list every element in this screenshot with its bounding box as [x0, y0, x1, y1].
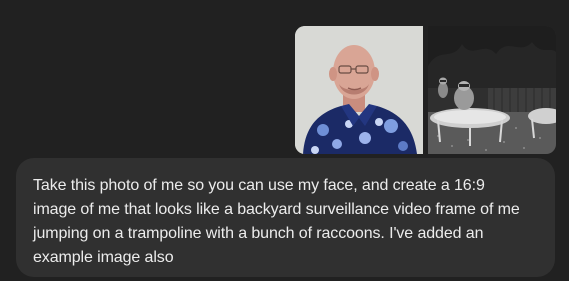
image-attachments: [295, 26, 556, 154]
message-line: example image also: [33, 249, 174, 266]
user-message-text: Take this photo of me so you can use my …: [33, 174, 537, 270]
message-line: jumping on a trampoline with a bunch of …: [33, 225, 484, 242]
night-camera-photo-icon: [428, 26, 556, 154]
user-message-bubble: Take this photo of me so you can use my …: [16, 158, 555, 277]
attached-portrait-photo[interactable]: [295, 26, 423, 154]
message-line: image of me that looks like a backyard s…: [33, 201, 520, 218]
portrait-photo-icon: [295, 26, 423, 154]
attached-surveillance-example-photo[interactable]: [428, 26, 556, 154]
chat-conversation: Take this photo of me so you can use my …: [0, 0, 569, 281]
message-line: Take this photo of me so you can use my …: [33, 177, 485, 194]
